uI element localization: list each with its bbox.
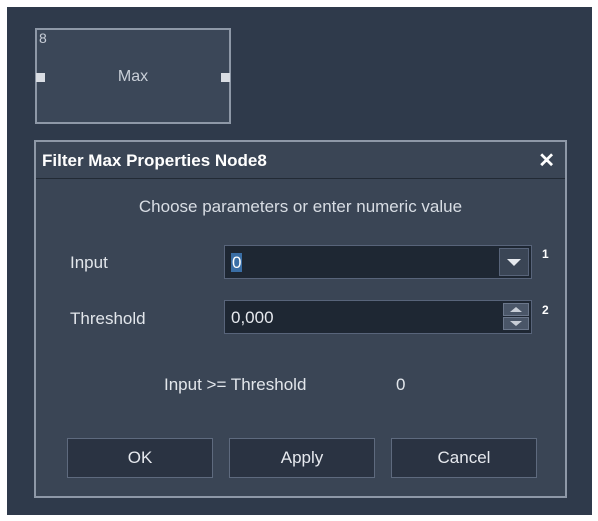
threshold-param-number: 2 <box>542 303 549 317</box>
input-value: 0 <box>231 253 243 272</box>
apply-button[interactable]: Apply <box>229 438 375 478</box>
workspace-canvas: 8 Max Filter Max Properties Node8 ✕ Choo… <box>7 7 592 515</box>
filter-max-node[interactable]: 8 Max <box>35 28 231 124</box>
threshold-field[interactable]: 0,000 <box>224 300 532 334</box>
arrow-up-icon <box>510 307 522 312</box>
node-id: 8 <box>39 30 47 46</box>
threshold-spinner <box>503 303 529 331</box>
node-output-port[interactable] <box>221 73 230 82</box>
chevron-down-icon <box>507 259 521 266</box>
threshold-label: Threshold <box>70 309 146 328</box>
spin-up-button[interactable] <box>503 303 529 316</box>
dialog-titlebar[interactable]: Filter Max Properties Node8 ✕ <box>36 142 565 179</box>
dialog-hint: Choose parameters or enter numeric value <box>138 197 463 216</box>
input-param-number: 1 <box>542 247 549 261</box>
dropdown-button[interactable] <box>499 248 529 276</box>
threshold-value: 0,000 <box>231 308 274 327</box>
node-label: Max <box>117 68 149 85</box>
dialog-title: Filter Max Properties Node8 <box>42 151 267 170</box>
input-dropdown[interactable]: 0 <box>224 245 532 279</box>
input-label: Input <box>70 253 108 272</box>
expression-result: 0 <box>396 375 406 394</box>
expression-text: Input >= Threshold <box>164 375 307 394</box>
properties-dialog: Filter Max Properties Node8 ✕ Choose par… <box>34 140 567 498</box>
close-icon[interactable]: ✕ <box>538 148 555 173</box>
ok-button[interactable]: OK <box>67 438 213 478</box>
spin-down-button[interactable] <box>503 317 529 330</box>
dialog-body: Choose parameters or enter numeric value… <box>36 179 565 496</box>
arrow-down-icon <box>510 321 522 326</box>
cancel-button[interactable]: Cancel <box>391 438 537 478</box>
